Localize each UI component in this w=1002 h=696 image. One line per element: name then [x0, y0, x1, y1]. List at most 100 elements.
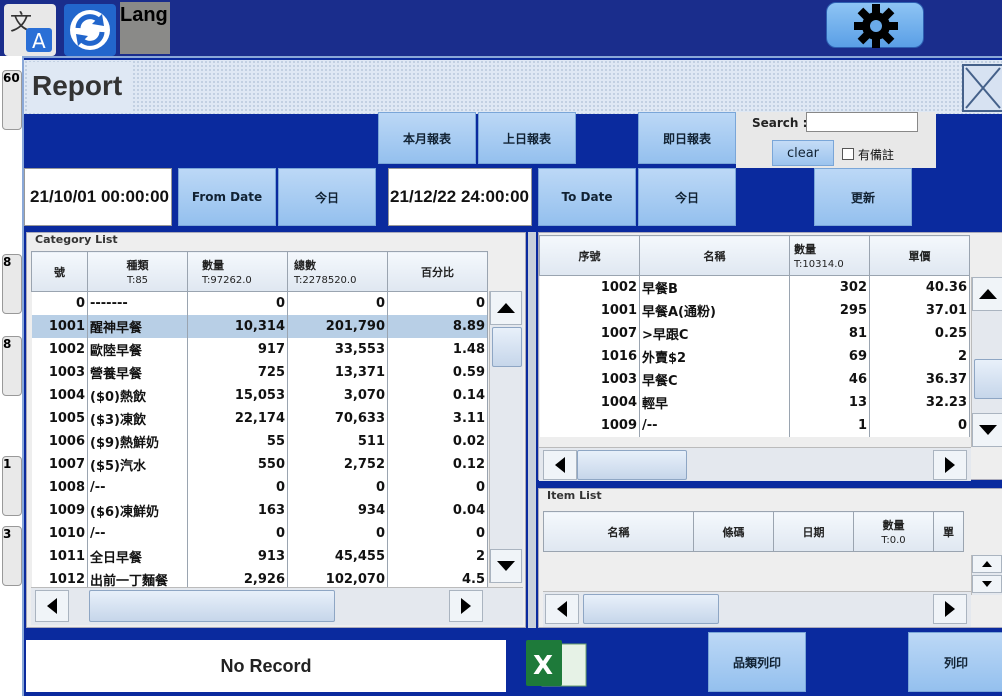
settings-button[interactable] [826, 2, 924, 48]
scroll-thumb[interactable] [492, 327, 522, 367]
clear-button[interactable]: clear [772, 140, 834, 166]
table-row[interactable]: 1007 ($5)汽水 550 2,752 0.12 [31, 452, 488, 476]
item-horizontal-scrollbar[interactable] [543, 591, 971, 627]
print-button[interactable]: 列印 [908, 632, 1002, 692]
remark-checkbox[interactable] [842, 148, 854, 160]
column-header-id[interactable]: 號 [31, 251, 88, 292]
title-bar[interactable]: Report [24, 60, 1002, 114]
scroll-left-button[interactable] [545, 594, 579, 624]
scroll-thumb[interactable] [577, 450, 687, 480]
translate-icon[interactable]: 文 A [4, 4, 56, 56]
scroll-left-button[interactable] [35, 590, 69, 622]
column-header-name[interactable]: 名稱 [639, 235, 790, 276]
table-row[interactable]: 1001 醒神早餐 10,314 201,790 8.89 [31, 314, 488, 338]
this-month-report-button[interactable]: 本月報表 [378, 112, 476, 164]
column-header-total[interactable]: 總數 T:2278520.0 [287, 251, 388, 292]
scroll-left-button[interactable] [543, 450, 577, 480]
close-button[interactable] [962, 64, 1002, 112]
table-row[interactable]: 1002 歐陸早餐 917 33,553 1.48 [31, 337, 488, 361]
table-cell: 10,314 [187, 314, 288, 338]
item-vertical-scrollbar[interactable] [971, 555, 1002, 595]
scroll-right-button[interactable] [933, 450, 967, 480]
table-row[interactable]: 0 ------- 0 0 0 [31, 291, 488, 315]
table-cell: 1010 [31, 521, 88, 545]
scroll-down-button[interactable] [972, 413, 1002, 447]
table-cell: /-- [639, 413, 790, 437]
from-date-button[interactable]: From Date [178, 168, 276, 226]
table-cell: 0.14 [387, 383, 488, 407]
category-horizontal-scrollbar[interactable] [31, 587, 523, 625]
table-row[interactable]: 1007 >早跟C 81 0.25 [539, 321, 970, 345]
table-row[interactable]: 1001 早餐A(通粉) 295 37.01 [539, 298, 970, 322]
column-header-quantity[interactable]: 數量 T:0.0 [853, 511, 934, 552]
table-cell: 0 [387, 291, 488, 315]
scroll-right-button[interactable] [449, 590, 483, 622]
table-row[interactable]: 1002 早餐B 302 40.36 [539, 275, 970, 299]
split-divider[interactable] [528, 232, 536, 628]
table-cell: 1001 [31, 314, 88, 338]
table-cell: 1003 [31, 360, 88, 384]
table-row[interactable]: 1005 ($3)凍飲 22,174 70,633 3.11 [31, 406, 488, 430]
refresh-button[interactable]: 更新 [814, 168, 912, 226]
today-report-button[interactable]: 即日報表 [638, 112, 736, 164]
scroll-right-button[interactable] [933, 594, 967, 624]
detail-vertical-scrollbar[interactable] [971, 277, 1002, 447]
table-row[interactable]: 1004 ($0)熱飲 15,053 3,070 0.14 [31, 383, 488, 407]
scroll-thumb[interactable] [974, 359, 1002, 399]
detail-horizontal-scrollbar[interactable] [539, 447, 971, 481]
column-header-percent[interactable]: 百分比 [387, 251, 488, 292]
table-cell: ($3)凍飲 [87, 406, 188, 430]
scroll-down-button[interactable] [490, 549, 522, 583]
to-date-button[interactable]: To Date [538, 168, 636, 226]
table-row[interactable]: 1009/-- 1 0 [539, 413, 970, 437]
left-stub-4[interactable]: 1 [2, 456, 22, 516]
column-header-name[interactable]: 名稱 [543, 511, 694, 552]
left-stub-3[interactable]: 8 [2, 336, 22, 396]
table-row[interactable]: 1008/-- 0 0 0 [31, 475, 488, 499]
search-input[interactable] [806, 112, 918, 132]
table-row[interactable]: 1011 全日早餐 913 45,455 2 [31, 544, 488, 568]
table-cell: 2 [387, 544, 488, 568]
excel-icon[interactable]: X [522, 638, 590, 690]
table-cell: 36.37 [869, 367, 970, 391]
column-header-unit[interactable]: 單 [933, 511, 964, 552]
column-header-quantity[interactable]: 數量 T:10314.0 [789, 235, 870, 276]
scroll-thumb[interactable] [583, 594, 719, 624]
table-row[interactable]: 1004 輕早 13 32.23 [539, 390, 970, 414]
table-row[interactable]: 1003 營養早餐 725 13,371 0.59 [31, 360, 488, 384]
left-stub-5[interactable]: 3 [2, 526, 22, 586]
print-category-button[interactable]: 品類列印 [708, 632, 806, 692]
scroll-down-button[interactable] [972, 575, 1002, 593]
to-today-button[interactable]: 今日 [638, 168, 736, 226]
scroll-up-button[interactable] [972, 277, 1002, 311]
to-date-field[interactable]: 21/12/22 24:00:00 [388, 168, 532, 226]
column-header-category[interactable]: 種類 T:85 [87, 251, 188, 292]
table-cell: 輕早 [639, 390, 790, 414]
from-today-button[interactable]: 今日 [278, 168, 376, 226]
table-row[interactable]: 1003 早餐C 46 36.37 [539, 367, 970, 391]
scroll-up-button[interactable] [972, 555, 1002, 573]
column-header-quantity[interactable]: 數量 T:97262.0 [187, 251, 288, 292]
from-date-field[interactable]: 21/10/01 00:00:00 [24, 168, 172, 226]
column-header-price[interactable]: 單價 [869, 235, 970, 276]
column-header-seq[interactable]: 序號 [539, 235, 640, 276]
table-cell: /-- [87, 521, 188, 545]
sync-icon[interactable] [64, 4, 116, 56]
category-vertical-scrollbar[interactable] [489, 291, 523, 583]
left-stub-2[interactable]: 8 [2, 254, 22, 314]
table-row[interactable]: 1009 ($6)凍鮮奶 163 934 0.04 [31, 498, 488, 522]
table-cell: 醒神早餐 [87, 314, 188, 338]
table-cell: 302 [789, 275, 870, 299]
table-row[interactable]: 1006 ($9)熱鮮奶 55 511 0.02 [31, 429, 488, 453]
left-stub-1[interactable]: 60 [2, 70, 22, 130]
scroll-thumb[interactable] [89, 590, 335, 622]
table-row[interactable]: 1010/-- 0 0 0 [31, 521, 488, 545]
language-button[interactable]: Lang [120, 2, 170, 54]
column-header-date[interactable]: 日期 [773, 511, 854, 552]
last-day-report-button[interactable]: 上日報表 [478, 112, 576, 164]
table-cell: 1.48 [387, 337, 488, 361]
table-cell: 201,790 [287, 314, 388, 338]
table-row[interactable]: 1016 外賣$2 69 2 [539, 344, 970, 368]
column-header-barcode[interactable]: 條碼 [693, 511, 774, 552]
scroll-up-button[interactable] [490, 291, 522, 325]
